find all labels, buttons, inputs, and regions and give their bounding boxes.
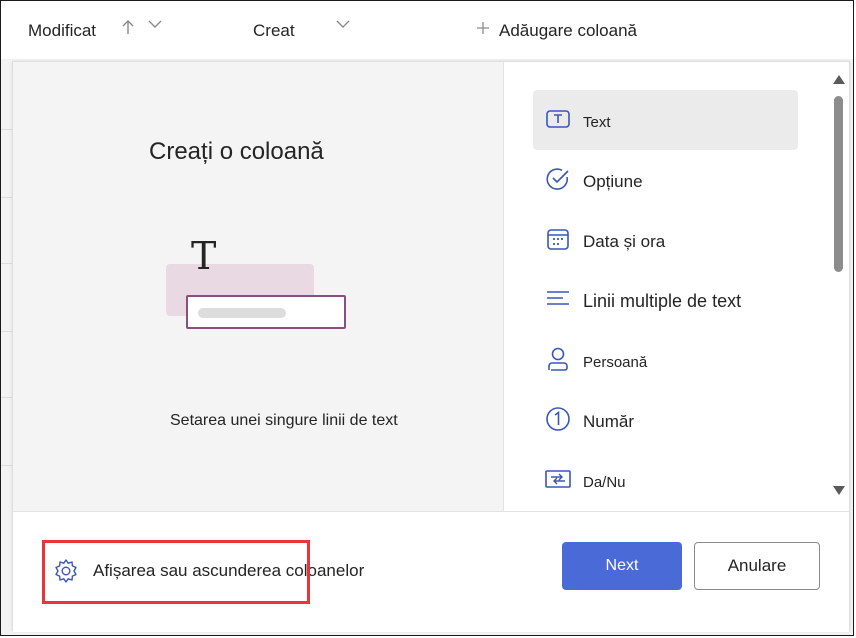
cancel-button[interactable]: Anulare [694, 542, 820, 590]
type-option-text[interactable]: Text [533, 90, 798, 150]
highlight-annotation [42, 540, 310, 604]
next-button[interactable]: Next [562, 542, 682, 590]
type-description: Setarea unei singure linii de text [170, 412, 398, 429]
scrollbar-thumb[interactable] [834, 96, 843, 272]
add-column-button[interactable]: Adăugare coloană [499, 21, 637, 41]
chevron-down-icon[interactable] [335, 16, 351, 37]
plus-icon[interactable] [476, 18, 490, 41]
column-type-preview: Creați o coloană T Setarea unei singure … [13, 62, 504, 511]
type-option-yes-no[interactable]: Da/Nu [533, 450, 798, 510]
scroll-down-icon[interactable] [832, 484, 846, 500]
type-option-multiline-text[interactable]: Linii multiple de text [533, 270, 798, 330]
chevron-down-icon[interactable] [147, 16, 163, 37]
column-header-modificat[interactable]: Modificat [28, 21, 96, 41]
type-option-number[interactable]: Număr [533, 390, 798, 450]
page-title: Creați o coloană [149, 138, 324, 165]
column-type-list: Text Opțiune Data și ora Linii multiple … [533, 90, 798, 510]
person-icon [545, 346, 571, 372]
panel-footer: Afișarea sau ascunderea coloanelor Next … [13, 511, 849, 632]
scroll-up-icon[interactable] [832, 72, 846, 88]
type-option-person[interactable]: Persoană [533, 330, 798, 390]
text-t-icon: T [191, 234, 217, 278]
list-header-row: Modificat Creat Adăugare coloană [1, 1, 853, 59]
type-option-label: Opțiune [583, 172, 643, 191]
illustration-bar [198, 308, 286, 318]
number-one-icon [545, 406, 571, 432]
illustration-input-box [186, 295, 346, 329]
type-option-label: Persoană [583, 354, 648, 371]
text-box-icon [545, 106, 571, 132]
type-option-label: Data și ora [583, 232, 666, 251]
column-header-creat[interactable]: Creat [253, 21, 295, 41]
check-circle-icon [545, 166, 571, 192]
type-option-choice[interactable]: Opțiune [533, 150, 798, 210]
type-option-label: Text [583, 114, 611, 131]
sort-arrow-up-icon[interactable] [121, 19, 135, 40]
create-column-panel: Creați o coloană T Setarea unei singure … [12, 61, 850, 632]
type-option-label: Linii multiple de text [583, 291, 742, 311]
type-list-scrollbar[interactable] [828, 62, 850, 511]
type-option-date-time[interactable]: Data și ora [533, 210, 798, 270]
type-option-label: Da/Nu [583, 474, 626, 491]
text-field-illustration: T [163, 234, 353, 332]
multiline-text-icon [545, 286, 571, 312]
calendar-icon [545, 226, 571, 252]
window: Modificat Creat Adăugare coloană Creați … [0, 0, 854, 636]
yes-no-icon [545, 466, 571, 492]
type-option-label: Număr [583, 412, 635, 431]
